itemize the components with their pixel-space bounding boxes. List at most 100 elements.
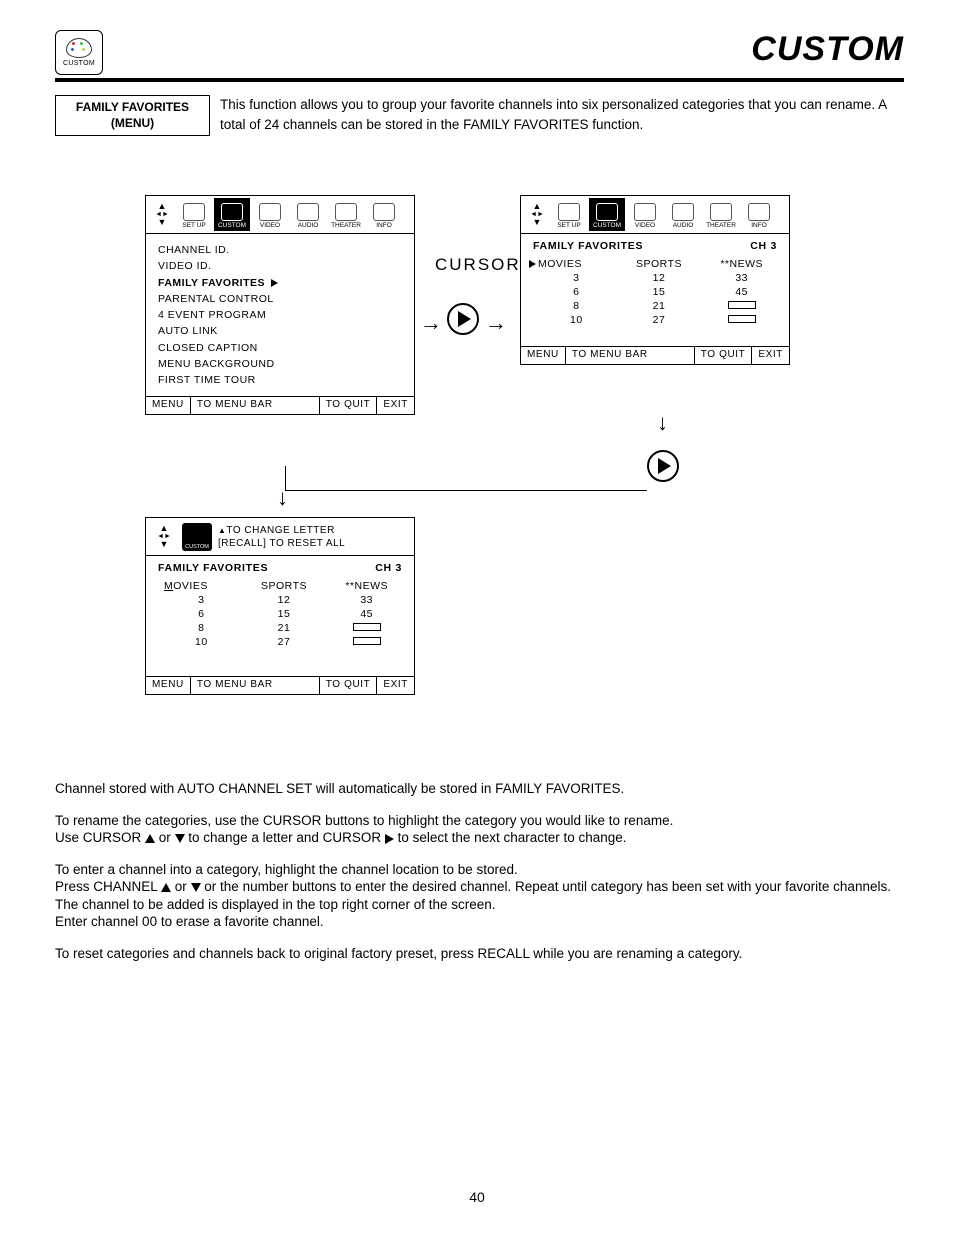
right-triangle-icon bbox=[385, 834, 394, 844]
footer-exit: EXIT bbox=[377, 677, 414, 694]
menu-item[interactable]: CLOSED CAPTION bbox=[158, 340, 402, 356]
up-triangle-icon bbox=[145, 834, 155, 843]
category-header-editing[interactable]: MOVIES bbox=[164, 580, 239, 592]
paragraph: Channel stored with AUTO CHANNEL SET wil… bbox=[55, 780, 904, 798]
menu-item[interactable]: FIRST TIME TOUR bbox=[158, 372, 402, 388]
favorites-grid: MOVIES SPORTS **NEWS 3 12 33 6 15 45 8 21 10 2… bbox=[521, 254, 789, 336]
channel-slot[interactable]: 3 bbox=[164, 594, 239, 606]
channel-slot[interactable]: 21 bbox=[622, 300, 697, 312]
tab-video[interactable]: VIDEO bbox=[252, 198, 288, 231]
channel-slot[interactable]: 15 bbox=[247, 608, 322, 620]
category-header[interactable]: MOVIES bbox=[539, 258, 614, 270]
channel-slot[interactable] bbox=[704, 314, 779, 326]
channel-slot[interactable]: 21 bbox=[247, 622, 322, 634]
panel-custom-menu: ▲◄►▼ SET UP CUSTOM VIDEO AUDIO THEATER I… bbox=[145, 195, 415, 415]
channel-slot[interactable]: 33 bbox=[704, 272, 779, 284]
footer-menu: MENU bbox=[146, 677, 191, 694]
channel-slot[interactable] bbox=[329, 622, 404, 634]
section-label-line2: (MENU) bbox=[62, 116, 203, 132]
paragraph: To enter a channel into a category, high… bbox=[55, 861, 904, 931]
channel-slot[interactable]: 8 bbox=[539, 300, 614, 312]
channel-slot[interactable]: 8 bbox=[164, 622, 239, 634]
cursor-nav-icon: ▲◄►▼ bbox=[150, 198, 174, 231]
channel-slot[interactable]: 10 bbox=[164, 636, 239, 648]
channel-slot[interactable] bbox=[704, 300, 779, 312]
menu-item[interactable]: 4 EVENT PROGRAM bbox=[158, 307, 402, 323]
mini-menubar: ▲◄►▼ CUSTOM ▲TO CHANGE LETTER [RECALL] T… bbox=[146, 518, 414, 556]
channel-slot[interactable]: 45 bbox=[329, 608, 404, 620]
custom-icon-label: CUSTOM bbox=[63, 60, 95, 67]
footer-to-quit: TO QUIT bbox=[320, 397, 378, 414]
connector-line bbox=[285, 466, 647, 491]
tab-theater[interactable]: THEATER bbox=[328, 198, 364, 231]
category-header[interactable]: **NEWS bbox=[329, 580, 404, 592]
cursor-right-button[interactable] bbox=[647, 450, 679, 482]
menu-item[interactable]: AUTO LINK bbox=[158, 323, 402, 339]
down-triangle-icon bbox=[191, 883, 201, 892]
tab-video[interactable]: VIDEO bbox=[627, 198, 663, 231]
favorites-channel: CH 3 bbox=[375, 562, 402, 574]
tab-audio[interactable]: AUDIO bbox=[290, 198, 326, 231]
favorites-title: FAMILY FAVORITES bbox=[533, 240, 643, 252]
footer-menu: MENU bbox=[521, 347, 566, 364]
channel-slot[interactable]: 3 bbox=[539, 272, 614, 284]
cursor-nav-icon: ▲◄►▼ bbox=[525, 198, 549, 231]
arrow-right-icon bbox=[420, 310, 442, 336]
tab-theater[interactable]: THEATER bbox=[703, 198, 739, 231]
menu-item[interactable]: MENU BACKGROUND bbox=[158, 356, 402, 372]
menu-item[interactable]: VIDEO ID. bbox=[158, 258, 402, 274]
channel-slot[interactable] bbox=[329, 636, 404, 648]
category-header[interactable]: SPORTS bbox=[622, 258, 697, 270]
custom-header-icon: CUSTOM bbox=[55, 30, 103, 75]
channel-slot[interactable]: 27 bbox=[247, 636, 322, 648]
footer-exit: EXIT bbox=[752, 347, 789, 364]
channel-slot[interactable]: 6 bbox=[539, 286, 614, 298]
favorites-title-row: FAMILY FAVORITES CH 3 bbox=[146, 556, 414, 576]
section-label-line1: FAMILY FAVORITES bbox=[62, 100, 203, 116]
menubar-2: ▲◄►▼ SET UP CUSTOM VIDEO AUDIO THEATER I… bbox=[521, 196, 789, 234]
menu-item[interactable]: CHANNEL ID. bbox=[158, 242, 402, 258]
channel-slot[interactable]: 33 bbox=[329, 594, 404, 606]
channel-slot[interactable]: 10 bbox=[539, 314, 614, 326]
favorites-channel: CH 3 bbox=[750, 240, 777, 252]
channel-slot[interactable]: 45 bbox=[704, 286, 779, 298]
footer-to-quit: TO QUIT bbox=[320, 677, 378, 694]
custom-tab-icon: CUSTOM bbox=[182, 523, 212, 551]
channel-slot[interactable]: 12 bbox=[622, 272, 697, 284]
category-header[interactable]: **NEWS bbox=[704, 258, 779, 270]
tab-info[interactable]: INFO bbox=[741, 198, 777, 231]
tab-info[interactable]: INFO bbox=[366, 198, 402, 231]
menu-item[interactable]: PARENTAL CONTROL bbox=[158, 291, 402, 307]
tab-custom[interactable]: CUSTOM bbox=[589, 198, 625, 231]
pointer-right-icon bbox=[271, 279, 278, 287]
panel-footer: MENU TO MENU BAR TO QUIT EXIT bbox=[521, 346, 789, 364]
favorites-title-row: FAMILY FAVORITES CH 3 bbox=[521, 234, 789, 254]
paragraph: To reset categories and channels back to… bbox=[55, 945, 904, 963]
paragraph: To rename the categories, use the CURSOR… bbox=[55, 812, 904, 847]
instruction-text: Channel stored with AUTO CHANNEL SET wil… bbox=[55, 780, 904, 976]
channel-slot[interactable]: 27 bbox=[622, 314, 697, 326]
intro-text: This function allows you to group your f… bbox=[210, 95, 904, 134]
favorites-title: FAMILY FAVORITES bbox=[158, 562, 268, 574]
channel-slot[interactable]: 6 bbox=[164, 608, 239, 620]
footer-to-quit: TO QUIT bbox=[695, 347, 753, 364]
menu-list: CHANNEL ID. VIDEO ID. FAMILY FAVORITES P… bbox=[146, 234, 414, 396]
category-header[interactable]: SPORTS bbox=[247, 580, 322, 592]
footer-exit: EXIT bbox=[377, 397, 414, 414]
panel-footer: MENU TO MENU BAR TO QUIT EXIT bbox=[146, 676, 414, 694]
menu-item-selected[interactable]: FAMILY FAVORITES bbox=[158, 275, 402, 291]
tab-audio[interactable]: AUDIO bbox=[665, 198, 701, 231]
page-title: CUSTOM bbox=[751, 30, 904, 69]
cursor-right-button[interactable] bbox=[447, 303, 479, 335]
mini-instructions: ▲TO CHANGE LETTER [RECALL] TO RESET ALL bbox=[218, 524, 345, 550]
tab-setup[interactable]: SET UP bbox=[551, 198, 587, 231]
channel-slot[interactable]: 15 bbox=[622, 286, 697, 298]
tab-setup[interactable]: SET UP bbox=[176, 198, 212, 231]
tab-custom[interactable]: CUSTOM bbox=[214, 198, 250, 231]
section-label: FAMILY FAVORITES (MENU) bbox=[55, 95, 210, 136]
channel-slot[interactable]: 12 bbox=[247, 594, 322, 606]
panel-footer: MENU TO MENU BAR TO QUIT EXIT bbox=[146, 396, 414, 414]
page-number: 40 bbox=[0, 1189, 954, 1205]
footer-to-menu-bar: TO MENU BAR bbox=[191, 397, 320, 414]
arrow-down-icon bbox=[657, 410, 668, 436]
